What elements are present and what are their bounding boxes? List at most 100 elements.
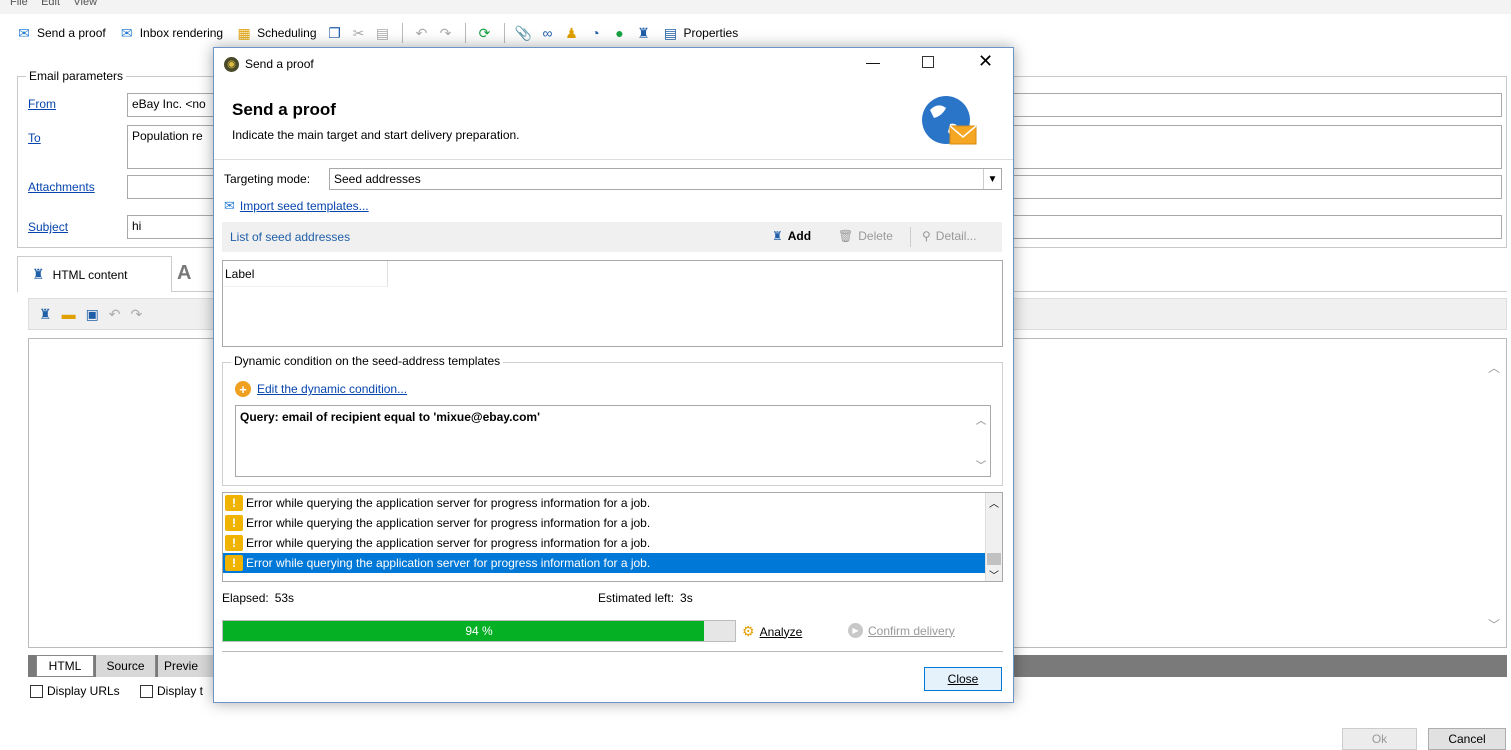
toolbar-separator	[503, 23, 505, 43]
edit-dynamic-condition-link[interactable]: + Edit the dynamic condition...	[235, 381, 407, 397]
send-proof-dialog: ◉ Send a proof — ✕ Send a proof Indicate…	[213, 47, 1014, 703]
trash-icon: 🗑	[838, 229, 854, 243]
detail-label: Detail...	[935, 229, 977, 243]
import-seed-templates-link[interactable]: ✉ Import seed templates...	[224, 198, 369, 214]
editor-redo-icon[interactable]: ↷	[131, 306, 143, 323]
seed-address-list[interactable]: Label	[222, 260, 1003, 347]
log-scrollbar[interactable]: ︿ ﹀	[985, 493, 1002, 581]
tracking-icon[interactable]: ◔	[587, 24, 605, 42]
cancel-button[interactable]: Cancel	[1428, 728, 1506, 750]
menu-bar: File Edit View	[0, 0, 1511, 14]
play-icon: ▶	[848, 623, 863, 638]
cut-icon[interactable]: ✂	[350, 24, 368, 42]
progress-text: 94 %	[465, 624, 493, 638]
import-icon: ✉	[224, 198, 235, 213]
close-window-icon[interactable]: ✕	[978, 51, 993, 72]
menu-file[interactable]: File	[10, 0, 28, 8]
open-folder-icon[interactable]: ▬	[62, 306, 76, 322]
clipboard-icon: ▤	[663, 24, 678, 41]
link-icon[interactable]: ∞	[539, 24, 557, 42]
editor-scroll-down-icon[interactable]: ﹀	[1488, 616, 1500, 633]
column-header-label[interactable]: Label	[223, 261, 388, 287]
new-content-icon[interactable]: ♜	[39, 306, 52, 323]
delete-button[interactable]: 🗑 Delete	[838, 229, 893, 243]
display-t-checkbox[interactable]: Display t	[140, 684, 203, 698]
save-icon[interactable]: ▣	[86, 306, 99, 323]
scheduling-label: Scheduling	[257, 26, 317, 40]
editor-scroll-up-icon[interactable]: ︿	[1488, 359, 1500, 376]
seed-list-title: List of seed addresses	[230, 230, 351, 244]
inbox-rendering-icon: ✉	[120, 24, 133, 41]
properties-button[interactable]: ▤ Properties	[659, 24, 742, 42]
personalization-icon[interactable]: ♟	[563, 24, 581, 42]
properties-label: Properties	[683, 26, 739, 40]
analyze-button[interactable]: ⚙ Analyze	[742, 623, 802, 640]
confirm-delivery-label: Confirm delivery	[868, 623, 955, 638]
log-row-selected[interactable]: ! Error while querying the application s…	[223, 553, 985, 573]
tab-source[interactable]: Source	[96, 655, 156, 677]
log-row[interactable]: ! Error while querying the application s…	[223, 493, 1002, 513]
maximize-icon[interactable]	[922, 56, 934, 68]
elapsed-info: Elapsed: 53s	[222, 591, 294, 605]
tab-source-label: Source	[106, 659, 145, 673]
send-proof-button[interactable]: ✉ Send a proof	[12, 24, 109, 42]
chevron-down-icon[interactable]: ▼	[983, 169, 1001, 189]
redo-icon[interactable]: ↷	[437, 24, 455, 42]
close-button[interactable]: Close	[924, 667, 1002, 691]
to-link[interactable]: To	[28, 131, 41, 145]
progress-log[interactable]: ! Error while querying the application s…	[222, 492, 1003, 582]
elapsed-value: 53s	[274, 591, 295, 605]
minimize-icon[interactable]: —	[866, 54, 880, 70]
query-text-area[interactable]: Query: email of recipient equal to 'mixu…	[235, 405, 991, 477]
subject-link[interactable]: Subject	[28, 220, 68, 234]
editor-undo-icon[interactable]: ↶	[109, 306, 121, 323]
html-content-icon: ♜	[32, 266, 45, 282]
warning-icon: !	[225, 495, 243, 511]
scheduling-button[interactable]: ▦ Scheduling	[232, 24, 319, 42]
to-value: Population re	[132, 129, 203, 143]
log-row[interactable]: ! Error while querying the application s…	[223, 533, 1002, 553]
toolbar-separator	[464, 23, 466, 43]
targeting-mode-select[interactable]: Seed addresses ▼	[329, 168, 1002, 190]
copy-icon[interactable]: ❐	[326, 24, 344, 42]
log-text: Error while querying the application ser…	[246, 516, 651, 530]
from-link[interactable]: From	[28, 97, 56, 111]
column-label-text: Label	[225, 267, 255, 281]
confirm-delivery-button[interactable]: ▶ Confirm delivery	[848, 623, 955, 638]
warning-icon: !	[225, 535, 243, 551]
inbox-rendering-label: Inbox rendering	[139, 26, 224, 40]
inbox-rendering-button[interactable]: ✉ Inbox rendering	[115, 24, 226, 42]
add-button[interactable]: ♜ Add	[772, 229, 811, 243]
ok-label: Ok	[1371, 732, 1388, 746]
tab-html-content[interactable]: ♜ HTML content	[17, 256, 172, 292]
email-parameters-legend: Email parameters	[26, 69, 127, 83]
tab-preview-label: Previe	[164, 659, 199, 673]
attachments-link[interactable]: Attachments	[28, 180, 95, 194]
menu-edit[interactable]: Edit	[41, 0, 60, 8]
attachment-icon[interactable]: 📎	[515, 24, 533, 42]
content-icon[interactable]: ♜	[635, 24, 653, 42]
tab-preview[interactable]: Previe	[158, 655, 213, 677]
tab-html[interactable]: HTML	[36, 655, 94, 677]
query-scroll-down-icon[interactable]: ﹀	[976, 457, 986, 472]
targeting-mode-value: Seed addresses	[334, 172, 421, 186]
query-scroll-up-icon[interactable]: ︿	[976, 412, 986, 427]
log-text: Error while querying the application ser…	[246, 496, 651, 510]
log-row[interactable]: ! Error while querying the application s…	[223, 513, 1002, 533]
menu-view[interactable]: View	[73, 0, 97, 8]
app-icon: ◉	[224, 56, 239, 72]
display-urls-checkbox[interactable]: Display URLs	[30, 684, 120, 698]
targeting-mode-label: Targeting mode:	[224, 172, 311, 186]
undo-icon[interactable]: ↶	[413, 24, 431, 42]
tab-text-content[interactable]: A	[177, 262, 191, 285]
validation-icon[interactable]: ●	[611, 24, 629, 42]
delete-label: Delete	[858, 229, 893, 243]
paste-icon[interactable]: ▤	[374, 24, 392, 42]
tab-html-content-label: HTML content	[52, 267, 128, 282]
log-scroll-thumb[interactable]	[987, 553, 1001, 565]
ok-button[interactable]: Ok	[1342, 728, 1417, 750]
log-scroll-down-icon[interactable]: ﹀	[989, 567, 999, 581]
refresh-icon[interactable]: ⟳	[476, 24, 494, 42]
detail-button[interactable]: ⚲ Detail...	[922, 229, 976, 243]
log-scroll-up-icon[interactable]: ︿	[989, 495, 999, 510]
